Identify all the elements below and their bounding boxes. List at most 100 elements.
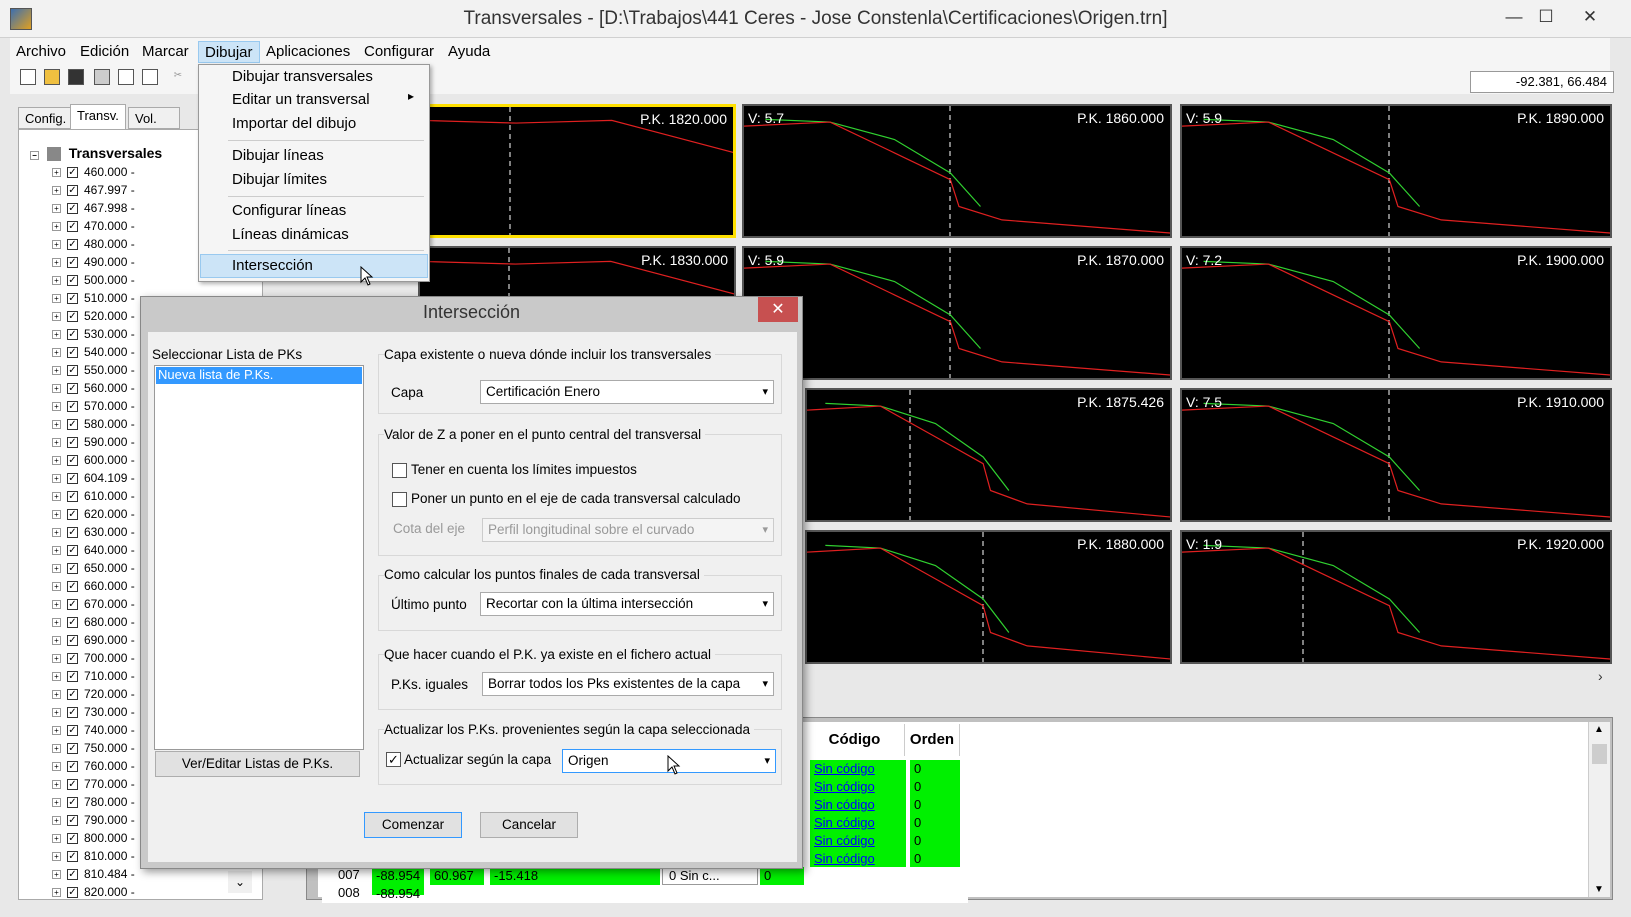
- capa-select[interactable]: Certificación Enero ▾: [480, 380, 774, 404]
- tree-item[interactable]: + ✓ 550.000 -: [52, 362, 135, 380]
- actualizar-checkbox[interactable]: ✓: [386, 752, 401, 767]
- expand-icon[interactable]: +: [52, 600, 61, 610]
- cross-section-plot[interactable]: V: 5.9 P.K. 1890.000: [1180, 104, 1612, 238]
- tree-item[interactable]: + ✓ 640.000 -: [52, 542, 135, 560]
- close-button[interactable]: ✕: [1572, 4, 1608, 30]
- checkbox-icon[interactable]: ✓: [67, 509, 78, 521]
- tree-item[interactable]: + ✓ 560.000 -: [52, 380, 135, 398]
- tree-item[interactable]: + ✓ 467.998 -: [52, 200, 135, 218]
- tree-item[interactable]: + ✓ 740.000 -: [52, 722, 135, 740]
- checkbox-icon[interactable]: ✓: [67, 815, 78, 827]
- menu-item-editar-transversal[interactable]: Editar un transversal: [232, 89, 370, 111]
- checkbox-icon[interactable]: ✓: [67, 257, 78, 269]
- menu-item-interseccion[interactable]: Intersección: [232, 255, 313, 277]
- expand-icon[interactable]: +: [52, 204, 61, 214]
- tree-item[interactable]: + ✓ 790.000 -: [52, 812, 135, 830]
- checkbox-icon[interactable]: ✓: [67, 797, 78, 809]
- expand-icon[interactable]: +: [52, 798, 61, 808]
- tree-item[interactable]: + ✓ 750.000 -: [52, 740, 135, 758]
- pk-list[interactable]: [154, 365, 364, 750]
- expand-icon[interactable]: +: [52, 744, 61, 754]
- expand-icon[interactable]: +: [52, 762, 61, 772]
- save-icon[interactable]: [68, 69, 84, 85]
- expand-icon[interactable]: +: [52, 816, 61, 826]
- checkbox-icon[interactable]: ✓: [67, 203, 78, 215]
- checkbox-icon[interactable]: ✓: [67, 707, 78, 719]
- expand-icon[interactable]: +: [52, 186, 61, 196]
- tree-item[interactable]: + ✓ 604.109 -: [52, 470, 135, 488]
- tree-root[interactable]: − Transversales: [30, 145, 162, 163]
- cota-select[interactable]: Perfil longitudinal sobre el curvado ▾: [482, 518, 774, 542]
- copy-icon[interactable]: [118, 69, 134, 85]
- expand-icon[interactable]: +: [52, 222, 61, 232]
- checkbox-icon[interactable]: ✓: [67, 743, 78, 755]
- expand-icon[interactable]: +: [52, 240, 61, 250]
- checkbox-icon[interactable]: ✓: [67, 563, 78, 575]
- new-file-icon[interactable]: [20, 69, 36, 85]
- expand-icon[interactable]: +: [52, 420, 61, 430]
- tree-item[interactable]: + ✓ 520.000 -: [52, 308, 135, 326]
- tree-item[interactable]: + ✓ 530.000 -: [52, 326, 135, 344]
- collapse-icon[interactable]: −: [30, 151, 39, 160]
- tree-item[interactable]: + ✓ 480.000 -: [52, 236, 135, 254]
- tree-item[interactable]: + ✓ 700.000 -: [52, 650, 135, 668]
- cross-section-plot[interactable]: V: 1.9 P.K. 1920.000: [1180, 530, 1612, 664]
- expand-icon[interactable]: +: [52, 258, 61, 268]
- expand-icon[interactable]: +: [52, 366, 61, 376]
- cross-section-plot[interactable]: V: 7.2 P.K. 1900.000: [1180, 246, 1612, 380]
- tree-item[interactable]: + ✓ 500.000 -: [52, 272, 135, 290]
- paste-icon[interactable]: [142, 69, 158, 85]
- tree-item[interactable]: + ✓ 690.000 -: [52, 632, 135, 650]
- tab-transv[interactable]: Transv.: [70, 104, 126, 129]
- expand-icon[interactable]: +: [52, 582, 61, 592]
- checkbox-icon[interactable]: ✓: [67, 239, 78, 251]
- scroll-down-icon[interactable]: ▼: [1594, 884, 1604, 895]
- menu-archivo[interactable]: Archivo: [10, 41, 72, 63]
- tree-item[interactable]: + ✓ 610.000 -: [52, 488, 135, 506]
- limites-checkbox[interactable]: [392, 463, 407, 478]
- checkbox-icon[interactable]: ✓: [67, 401, 78, 413]
- checkbox-icon[interactable]: ✓: [67, 635, 78, 647]
- scroll-up-icon[interactable]: ▲: [1594, 724, 1604, 735]
- ultimo-select[interactable]: Recortar con la última intersección ▾: [480, 592, 774, 616]
- checkbox-icon[interactable]: ✓: [67, 761, 78, 773]
- expand-icon[interactable]: +: [52, 852, 61, 862]
- checkbox-icon[interactable]: ✓: [67, 617, 78, 629]
- dialog-close-button[interactable]: ✕: [758, 297, 798, 322]
- tree-item[interactable]: + ✓ 570.000 -: [52, 398, 135, 416]
- menu-item-configurar-lineas[interactable]: Configurar líneas: [232, 200, 346, 222]
- tree-item[interactable]: + ✓ 800.000 -: [52, 830, 135, 848]
- expand-icon[interactable]: +: [52, 780, 61, 790]
- checkbox-icon[interactable]: ✓: [67, 437, 78, 449]
- expand-icon[interactable]: +: [52, 834, 61, 844]
- menu-item-importar-dibujo[interactable]: Importar del dibujo: [232, 113, 356, 135]
- expand-icon[interactable]: +: [52, 564, 61, 574]
- tree-item[interactable]: + ✓ 590.000 -: [52, 434, 135, 452]
- expand-icon[interactable]: +: [52, 168, 61, 178]
- menu-marcar[interactable]: Marcar: [136, 41, 195, 63]
- expand-icon[interactable]: +: [52, 672, 61, 682]
- expand-icon[interactable]: +: [52, 708, 61, 718]
- checkbox-icon[interactable]: ✓: [67, 455, 78, 467]
- tree-item[interactable]: + ✓ 660.000 -: [52, 578, 135, 596]
- tree-item[interactable]: + ✓ 720.000 -: [52, 686, 135, 704]
- checkbox-icon[interactable]: ✓: [67, 419, 78, 431]
- tree-item[interactable]: + ✓ 770.000 -: [52, 776, 135, 794]
- checkbox-icon[interactable]: ✓: [67, 527, 78, 539]
- expand-icon[interactable]: +: [52, 870, 61, 880]
- print-icon[interactable]: [94, 69, 110, 85]
- checkbox-icon[interactable]: ✓: [67, 653, 78, 665]
- expand-icon[interactable]: +: [52, 636, 61, 646]
- cross-section-plot[interactable]: P.K. 1820.000: [418, 104, 736, 238]
- expand-icon[interactable]: +: [52, 888, 61, 898]
- expand-icon[interactable]: +: [52, 276, 61, 286]
- cancelar-button[interactable]: Cancelar: [480, 812, 578, 838]
- tree-item[interactable]: + ✓ 600.000 -: [52, 452, 135, 470]
- menu-configurar[interactable]: Configurar: [358, 41, 440, 63]
- expand-icon[interactable]: +: [52, 492, 61, 502]
- expand-icon[interactable]: +: [52, 456, 61, 466]
- checkbox-icon[interactable]: ✓: [67, 581, 78, 593]
- menu-dibujar[interactable]: Dibujar: [198, 41, 260, 63]
- ver-editar-button[interactable]: Ver/Editar Listas de P.Ks.: [155, 751, 360, 777]
- menu-item-dibujar-transversales[interactable]: Dibujar transversales: [232, 66, 373, 88]
